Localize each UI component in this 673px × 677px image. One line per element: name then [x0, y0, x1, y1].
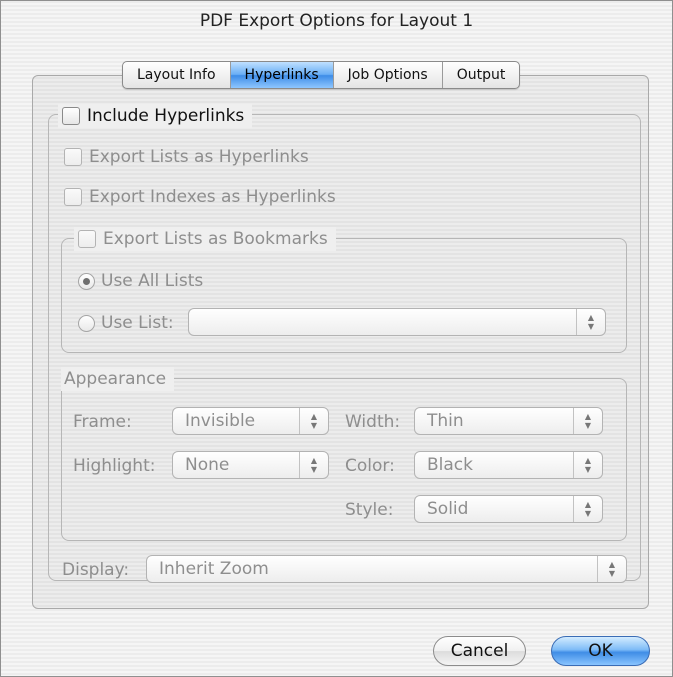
- display-popup[interactable]: Inherit Zoom ▲ ▼: [146, 555, 627, 583]
- display-label: Display:: [62, 560, 130, 580]
- up-down-arrows-icon: ▲ ▼: [299, 452, 328, 478]
- style-value: Solid: [427, 499, 469, 519]
- export-lists-hyperlinks-label: Export Lists as Hyperlinks: [89, 147, 309, 167]
- width-label: Width:: [345, 412, 401, 432]
- up-down-arrows-icon: ▲ ▼: [573, 408, 602, 434]
- up-down-arrows-icon: ▲ ▼: [573, 496, 602, 522]
- export-lists-hyperlinks-row[interactable]: Export Lists as Hyperlinks: [64, 145, 309, 169]
- tab-job-options[interactable]: Job Options: [334, 62, 443, 88]
- use-list-popup[interactable]: ▲ ▼: [188, 308, 606, 336]
- export-lists-bookmarks-checkbox[interactable]: [78, 230, 96, 248]
- up-down-arrows-icon: ▲ ▼: [299, 408, 328, 434]
- use-list-row[interactable]: Use List:: [78, 311, 174, 335]
- appearance-legend-text: Appearance: [64, 369, 167, 389]
- appearance-legend: Appearance: [61, 367, 175, 391]
- use-list-label: Use List:: [101, 313, 174, 333]
- export-indexes-hyperlinks-checkbox[interactable]: [64, 188, 82, 206]
- display-value: Inherit Zoom: [159, 559, 269, 579]
- color-value: Black: [427, 455, 473, 475]
- tab-hyperlinks[interactable]: Hyperlinks: [230, 62, 334, 88]
- window-title: PDF Export Options for Layout 1: [199, 11, 474, 31]
- tab-layout-info[interactable]: Layout Info: [123, 62, 231, 88]
- style-label: Style:: [345, 500, 394, 520]
- export-indexes-hyperlinks-row[interactable]: Export Indexes as Hyperlinks: [64, 185, 336, 209]
- include-hyperlinks-checkbox[interactable]: [62, 107, 80, 125]
- ok-button[interactable]: OK: [551, 636, 650, 666]
- export-indexes-hyperlinks-label: Export Indexes as Hyperlinks: [89, 187, 336, 207]
- color-label: Color:: [345, 456, 395, 476]
- use-all-lists-radio[interactable]: [78, 272, 95, 290]
- pdf-export-dialog: PDF Export Options for Layout 1 Layout I…: [0, 0, 673, 677]
- use-list-radio[interactable]: [78, 314, 95, 332]
- highlight-label: Highlight:: [73, 456, 156, 476]
- highlight-value: None: [185, 455, 230, 475]
- highlight-popup[interactable]: None ▲ ▼: [172, 451, 329, 479]
- up-down-arrows-icon: ▲ ▼: [576, 309, 605, 335]
- use-all-lists-row[interactable]: Use All Lists: [78, 269, 203, 293]
- frame-label: Frame:: [73, 412, 132, 432]
- export-lists-hyperlinks-checkbox[interactable]: [64, 148, 82, 166]
- cancel-button[interactable]: Cancel: [433, 636, 526, 666]
- width-popup[interactable]: Thin ▲ ▼: [414, 407, 603, 435]
- frame-popup[interactable]: Invisible ▲ ▼: [172, 407, 329, 435]
- export-lists-bookmarks-row[interactable]: Export Lists as Bookmarks: [74, 227, 336, 251]
- use-all-lists-label: Use All Lists: [101, 271, 204, 291]
- tab-bar: Layout Info Hyperlinks Job Options Outpu…: [122, 61, 521, 89]
- width-value: Thin: [427, 411, 464, 431]
- export-lists-bookmarks-label: Export Lists as Bookmarks: [103, 229, 328, 249]
- color-popup[interactable]: Black ▲ ▼: [414, 451, 603, 479]
- up-down-arrows-icon: ▲ ▼: [573, 452, 602, 478]
- include-hyperlinks-label: Include Hyperlinks: [87, 106, 245, 126]
- include-hyperlinks-checkbox-row[interactable]: Include Hyperlinks: [58, 104, 253, 128]
- frame-value: Invisible: [185, 411, 256, 431]
- up-down-arrows-icon: ▲ ▼: [597, 556, 626, 582]
- tab-output[interactable]: Output: [443, 62, 520, 88]
- style-popup[interactable]: Solid ▲ ▼: [414, 495, 603, 523]
